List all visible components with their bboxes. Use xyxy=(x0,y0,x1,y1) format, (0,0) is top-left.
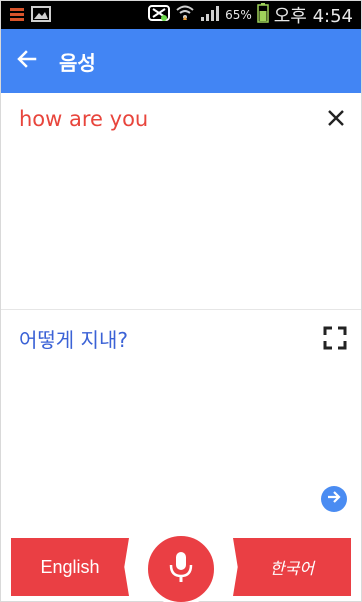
fullscreen-button[interactable] xyxy=(323,326,349,352)
target-language-button[interactable]: 한국어 xyxy=(233,538,351,596)
source-text[interactable]: how are you xyxy=(19,107,148,131)
target-language-label: 한국어 xyxy=(269,559,315,578)
app-bar: 음성 xyxy=(1,29,361,93)
microphone-button[interactable] xyxy=(144,532,218,602)
arrow-left-icon xyxy=(16,48,38,74)
image-icon xyxy=(31,6,51,26)
app-screen: 65% 오후 4:54 음성 how are you 어떻게 지내? Engli… xyxy=(0,0,362,602)
translation-text: 어떻게 지내? xyxy=(19,328,128,352)
translate-go-button[interactable] xyxy=(321,486,347,512)
source-text-panel[interactable]: how are you xyxy=(1,93,361,310)
page-title: 음성 xyxy=(59,51,96,75)
status-bar: 65% 오후 4:54 xyxy=(1,1,361,29)
close-icon xyxy=(327,109,345,131)
menu-stack-icon xyxy=(9,6,25,26)
wifi-icon xyxy=(175,4,195,26)
fullscreen-icon xyxy=(323,326,347,354)
status-time: 오후 4:54 xyxy=(273,6,353,27)
battery-icon xyxy=(256,3,269,27)
clear-button[interactable] xyxy=(323,107,349,133)
signal-icon xyxy=(200,4,220,26)
language-bar: English 한국어 xyxy=(1,532,361,602)
back-button[interactable] xyxy=(11,45,43,77)
arrow-right-circle-icon xyxy=(326,489,342,509)
translation-panel: 어떻게 지내? xyxy=(1,310,361,538)
microphone-icon xyxy=(168,550,194,588)
source-language-label: English xyxy=(40,556,100,577)
status-bar-right: 65% 오후 4:54 xyxy=(148,3,353,27)
battery-percent: 65% xyxy=(225,8,252,22)
usb-debug-icon xyxy=(148,4,171,26)
status-bar-left xyxy=(9,6,51,26)
source-language-button[interactable]: English xyxy=(11,538,129,596)
